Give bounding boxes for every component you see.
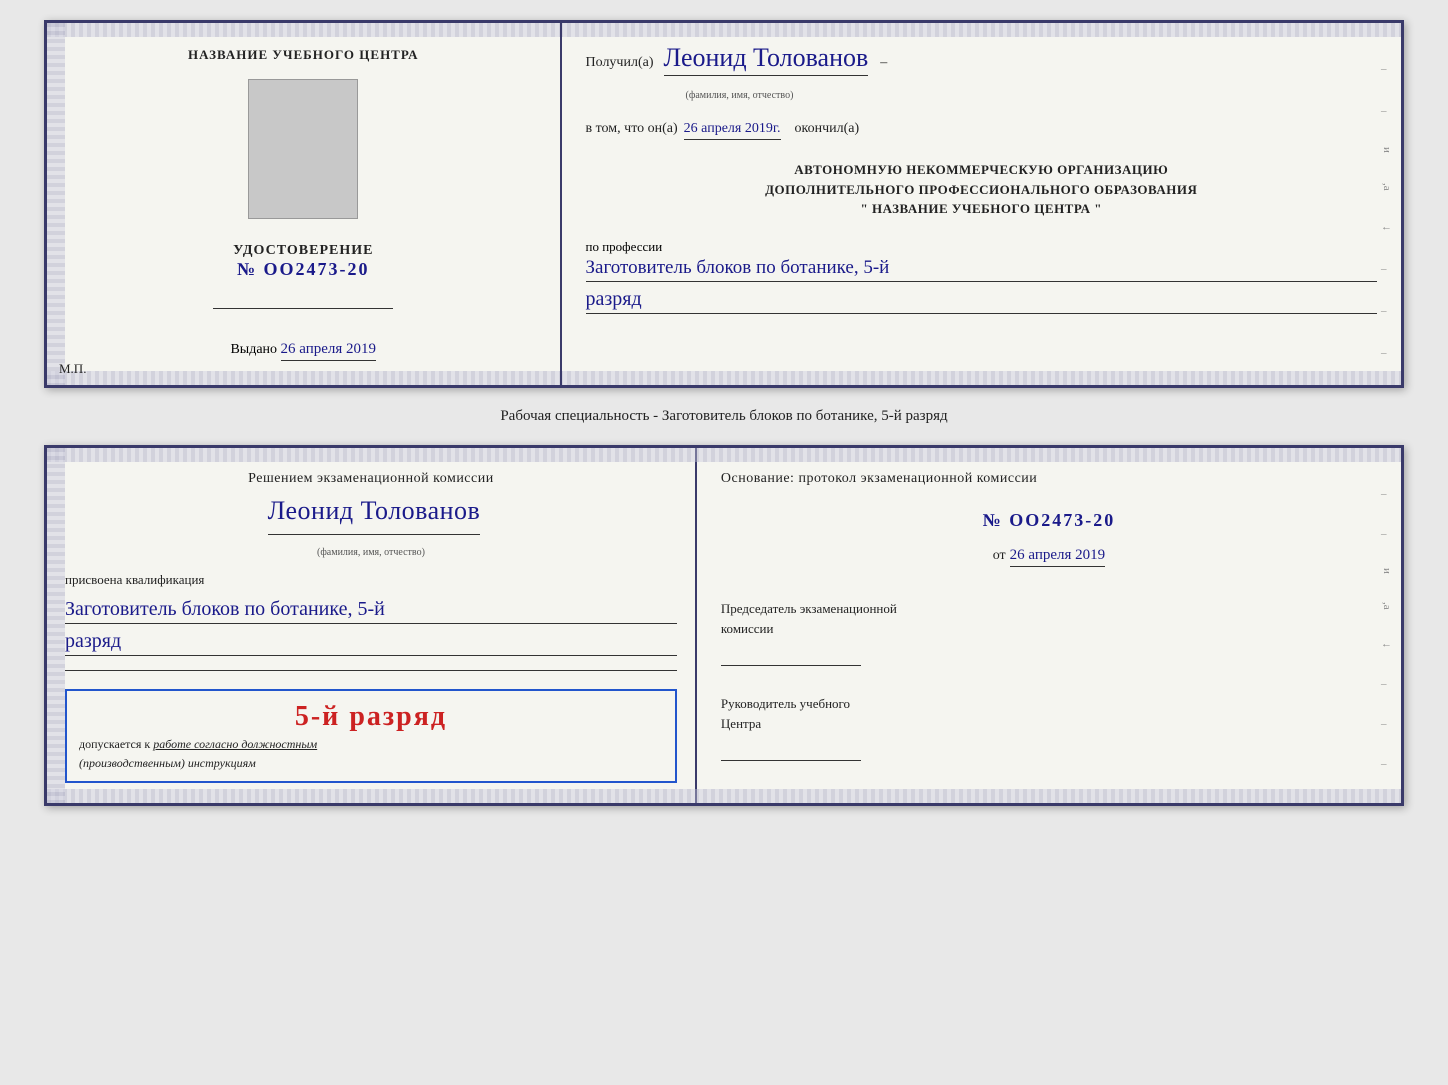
razryad-line-top: разряд xyxy=(586,288,1377,314)
doc2-name: Леонид Толованов xyxy=(268,490,481,535)
side-mark-1: – xyxy=(1381,63,1393,75)
resheniem-text: Решением экзаменационной комиссии Леонид… xyxy=(65,468,677,535)
side-mark-7: – xyxy=(1381,305,1393,317)
profession-text-bottom: Заготовитель блоков по ботанике, 5-й xyxy=(65,598,677,624)
doc2-left-binding xyxy=(47,448,65,803)
side-mark-b7: – xyxy=(1381,718,1393,730)
cert-number: № OO2473-20 xyxy=(233,259,373,280)
side-mark-6: – xyxy=(1381,263,1393,275)
org-line2: ДОПОЛНИТЕЛЬНОГО ПРОФЕССИОНАЛЬНОГО ОБРАЗО… xyxy=(586,180,1377,200)
po-professii-block: по профессии Заготовитель блоков по бота… xyxy=(586,239,1377,314)
org-line1: АВТОНОМНУЮ НЕКОММЕРЧЕСКУЮ ОРГАНИЗАЦИЮ xyxy=(586,160,1377,180)
predsedatel-block: Председатель экзаменационной комиссии xyxy=(721,599,1377,666)
recipient-line: Получил(а) Леонид Толованов – xyxy=(586,43,1377,76)
side-mark-8: – xyxy=(1381,347,1393,359)
vtom-date: 26 апреля 2019г. xyxy=(684,121,781,140)
org-block: АВТОНОМНУЮ НЕКОММЕРЧЕСКУЮ ОРГАНИЗАЦИЮ ДО… xyxy=(586,160,1377,219)
po-professii-label: по профессии xyxy=(586,239,1377,255)
vtom-line: в том, что он(а) 26 апреля 2019г. окончи… xyxy=(586,121,1377,140)
doc1-left-panel: НАЗВАНИЕ УЧЕБНОГО ЦЕНТРА УДОСТОВЕРЕНИЕ №… xyxy=(47,23,562,385)
doc2-right-panel: Основание: протокол экзаменационной коми… xyxy=(697,448,1401,803)
razryad-text-top: разряд xyxy=(586,288,642,311)
profession-block-bottom: Заготовитель блоков по ботанике, 5-й раз… xyxy=(65,598,677,656)
vydano-block: Выдано 26 апреля 2019 xyxy=(230,341,376,361)
razryad-text-bottom: разряд xyxy=(65,630,121,653)
mp-label: М.П. xyxy=(59,361,86,377)
ot-label: от xyxy=(993,548,1006,564)
doc2-left-panel: Решением экзаменационной комиссии Леонид… xyxy=(47,448,697,803)
dash-after-name: – xyxy=(880,55,887,71)
doc2-number: № OO2473-20 xyxy=(721,510,1377,531)
predsedatel-line1: Председатель экзаменационной xyxy=(721,599,1377,619)
prisvoena-label: присвоена квалификация xyxy=(65,572,677,588)
okonchil-label: окончил(а) xyxy=(795,121,860,137)
vydano-label: Выдано xyxy=(230,342,277,357)
side-mark-3: и xyxy=(1381,147,1393,153)
rukov-block: Руководитель учебного Центра xyxy=(721,694,1377,761)
side-mark-2: – xyxy=(1381,105,1393,117)
predsedatel-signature-line xyxy=(721,646,861,666)
resheniem-label: Решением экзаменационной комиссии xyxy=(65,468,677,490)
side-mark-b3: и xyxy=(1381,568,1393,574)
side-mark-b8: – xyxy=(1381,758,1393,770)
side-marks-top: – – и ,а ← – – – xyxy=(1381,63,1393,359)
razryad-line-bottom: разряд xyxy=(65,630,677,656)
recipient-name: Леонид Толованов xyxy=(664,43,869,76)
vtom-label: в том, что он(а) xyxy=(586,121,678,137)
fio-label-top: (фамилия, имя, отчество) xyxy=(686,90,1377,101)
instruk-text: (производственным) инструкциям xyxy=(79,756,663,771)
dopuskaetsya-label: допускается к работе согласно должностны… xyxy=(79,737,663,752)
rukov-signature-line xyxy=(721,741,861,761)
side-mark-b1: – xyxy=(1381,488,1393,500)
underline-sep xyxy=(65,670,677,671)
specialty-line: Рабочая специальность - Заготовитель бло… xyxy=(500,404,947,429)
side-mark-b6: – xyxy=(1381,678,1393,690)
predsedatel-line2: комиссии xyxy=(721,619,1377,639)
cert-label: УДОСТОВЕРЕНИЕ xyxy=(233,243,373,259)
document-card-top: НАЗВАНИЕ УЧЕБНОГО ЦЕНТРА УДОСТОВЕРЕНИЕ №… xyxy=(44,20,1404,388)
ot-line: от 26 апреля 2019 xyxy=(721,547,1377,567)
poluchil-label: Получил(а) xyxy=(586,55,654,71)
photo-placeholder xyxy=(248,79,358,219)
org-line3: " НАЗВАНИЕ УЧЕБНОГО ЦЕНТРА " xyxy=(586,199,1377,219)
side-mark-b4: ,а xyxy=(1381,602,1393,610)
side-mark-b5: ← xyxy=(1381,638,1393,650)
training-center-label: НАЗВАНИЕ УЧЕБНОГО ЦЕНТРА xyxy=(188,47,419,63)
vydano-date: 26 апреля 2019 xyxy=(281,341,377,361)
side-mark-5: ← xyxy=(1381,221,1393,233)
stamp-rank: 5-й разряд xyxy=(79,701,663,733)
document-card-bottom: Решением экзаменационной комиссии Леонид… xyxy=(44,445,1404,806)
osnovanie-label: Основание: протокол экзаменационной коми… xyxy=(721,468,1377,490)
ot-date: 26 апреля 2019 xyxy=(1010,547,1106,567)
side-mark-b2: – xyxy=(1381,528,1393,540)
rabote-text: работе согласно должностным xyxy=(153,737,317,751)
side-marks-bottom: – – и ,а ← – – – xyxy=(1381,488,1393,770)
stamp-box: 5-й разряд допускается к работе согласно… xyxy=(65,689,677,783)
side-mark-4: ,а xyxy=(1381,183,1393,191)
rukov-line2: Центра xyxy=(721,714,1377,734)
fio-label-bottom: (фамилия, имя, отчество) xyxy=(65,547,677,558)
profession-text-top: Заготовитель блоков по ботанике, 5-й xyxy=(586,257,1377,282)
left-binding xyxy=(47,23,65,385)
cert-block: УДОСТОВЕРЕНИЕ № OO2473-20 xyxy=(233,243,373,280)
rukov-line1: Руководитель учебного xyxy=(721,694,1377,714)
doc1-right-panel: Получил(а) Леонид Толованов – (фамилия, … xyxy=(562,23,1401,385)
